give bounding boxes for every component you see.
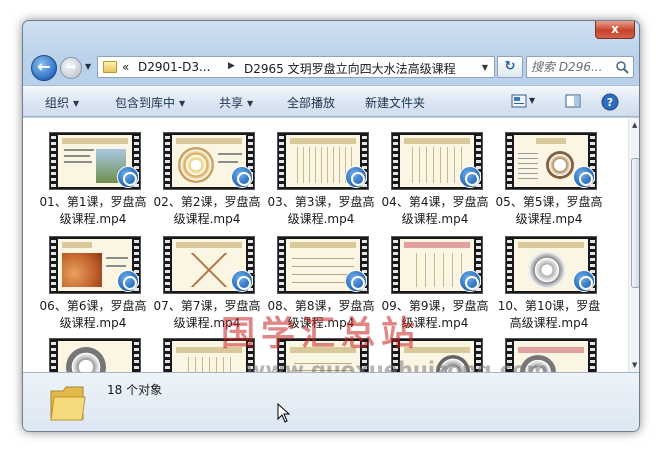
scroll-down-icon[interactable]: ▼ [632,361,637,369]
media-player-badge-icon [231,166,253,188]
explorer-window: x ← → ▼ « D2901-D3... ▶ D2965 文玥罗盘立向四大水法… [22,20,640,432]
command-bar: 组织 ▼ 包含到库中 ▼ 共享 ▼ 全部播放 新建文件夹 ▼ ? [23,85,639,117]
media-player-badge-icon [573,270,595,292]
details-pane: 18 个对象 [23,372,639,431]
file-item[interactable]: 02、第2课，罗盘高级课程.mp4 [151,124,263,226]
refresh-button[interactable]: ↻ [497,56,523,78]
file-name: 06、第6课，罗盘高级课程.mp4 [39,299,147,330]
breadcrumb-separator-icon[interactable]: ▶ [228,61,235,71]
scroll-thumb[interactable] [631,158,639,288]
forward-button[interactable]: → [60,57,82,79]
change-view-icon[interactable] [511,93,527,109]
file-item[interactable]: 03、第3课，罗盘高级课程.mp4 [265,124,377,226]
media-player-badge-icon [573,166,595,188]
preview-pane-icon[interactable] [565,93,581,109]
item-count: 18 个对象 [107,383,163,397]
mouse-cursor-icon [277,403,291,423]
back-button[interactable]: ← [31,55,57,81]
file-item[interactable]: 10、第10课，罗盘高级课程.mp4 [493,228,605,330]
breadcrumb-parent[interactable]: D2901-D3... [138,60,210,74]
svg-text:?: ? [607,96,613,109]
organize-menu[interactable]: 组织 ▼ [45,94,79,111]
file-item[interactable]: 01、第1课，罗盘高级课程.mp4 [37,124,149,226]
share-menu[interactable]: 共享 ▼ [219,94,253,111]
search-input[interactable] [531,58,615,76]
file-name: 02、第2课，罗盘高级课程.mp4 [153,195,261,226]
file-name: 05、第5课，罗盘高级课程.mp4 [495,195,603,226]
watermark-url: www.guoxuehuizong.com [246,358,549,372]
new-folder-button[interactable]: 新建文件夹 [365,94,425,111]
file-list: 01、第1课，罗盘高级课程.mp4 02、第2课，罗盘高级课程.mp4 03、第… [23,118,628,372]
media-player-badge-icon [345,270,367,292]
scroll-up-icon[interactable]: ▲ [632,121,637,129]
file-name: 10、第10课，罗盘高级课程.mp4 [497,299,601,330]
vertical-scrollbar[interactable]: ▲ ▼ [628,118,639,372]
play-all-button[interactable]: 全部播放 [287,94,335,111]
media-player-badge-icon [459,166,481,188]
file-name: 03、第3课，罗盘高级课程.mp4 [267,195,375,226]
folder-icon [103,61,117,73]
media-player-badge-icon [459,270,481,292]
navigation-row: ← → ▼ « D2901-D3... ▶ D2965 文玥罗盘立向四大水法高级… [23,51,639,83]
title-bar: x [23,21,639,49]
media-player-badge-icon [117,166,139,188]
breadcrumb-current[interactable]: D2965 文玥罗盘立向四大水法高级课程 [244,60,456,77]
watermark-text: 国学汇总站 [221,314,421,354]
address-bar[interactable]: « D2901-D3... ▶ D2965 文玥罗盘立向四大水法高级课程 ▼ [97,56,495,78]
media-player-badge-icon [117,270,139,292]
file-item[interactable] [37,330,149,372]
file-item[interactable]: 05、第5课，罗盘高级课程.mp4 [493,124,605,226]
search-icon[interactable] [615,60,629,74]
media-player-badge-icon [345,166,367,188]
media-player-badge-icon [231,270,253,292]
address-overflow-chevron[interactable]: « [122,60,129,74]
search-box[interactable] [526,56,634,78]
close-button[interactable]: x [595,21,635,39]
file-name: 01、第1课，罗盘高级课程.mp4 [39,195,147,226]
recent-pages-dropdown-icon[interactable]: ▼ [85,62,91,71]
file-name: 04、第4课，罗盘高级课程.mp4 [381,195,489,226]
file-item[interactable]: 04、第4课，罗盘高级课程.mp4 [379,124,491,226]
help-icon[interactable]: ? [601,93,619,111]
folder-icon [50,386,86,421]
address-dropdown-icon[interactable]: ▼ [482,63,488,72]
file-item[interactable]: 06、第6课，罗盘高级课程.mp4 [37,228,149,330]
video-thumbnail [49,338,141,372]
include-in-library-menu[interactable]: 包含到库中 ▼ [115,94,185,111]
view-options-dropdown-icon[interactable]: ▼ [529,96,535,105]
